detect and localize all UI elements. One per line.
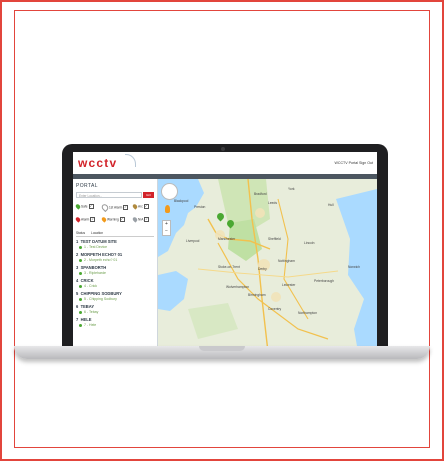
- laptop-base: [14, 346, 430, 359]
- legend-arc[interactable]: Arc ✓: [131, 203, 149, 210]
- site-item[interactable]: 2 MORPETH ECHO? 01: [76, 252, 122, 257]
- device-item[interactable]: 4 - Crick: [79, 284, 97, 288]
- site-item[interactable]: 7 HELE: [76, 317, 91, 322]
- column-status: Status: [76, 231, 86, 235]
- map-label: Leicester: [282, 283, 296, 287]
- map-label: Northampton: [298, 311, 318, 315]
- map-label: Peterborough: [314, 279, 334, 283]
- device-item[interactable]: 6 - Tebay: [79, 310, 98, 314]
- checkbox[interactable]: ✓: [123, 205, 129, 210]
- legend-safe[interactable]: Safe ✓: [74, 203, 94, 210]
- checkbox[interactable]: ✓: [88, 204, 94, 209]
- map-label: Preston: [194, 205, 206, 209]
- app-logo[interactable]: wcctv: [78, 156, 117, 170]
- search-go-button[interactable]: GO: [143, 192, 154, 198]
- device-item[interactable]: 5 - Chipping Sodbury: [79, 297, 117, 301]
- device-item[interactable]: 7 - Hele: [79, 323, 96, 327]
- checkbox[interactable]: ✓: [119, 217, 125, 222]
- site-item[interactable]: 3 SPANBORTH: [76, 265, 106, 270]
- site-item[interactable]: 5 CHIPPING SODBURY: [76, 291, 122, 296]
- map-label: Wolverhampton: [226, 285, 250, 289]
- legend-warning[interactable]: Warning ✓: [100, 216, 125, 223]
- column-location: Location: [91, 231, 104, 235]
- legend-label: Warning: [107, 217, 119, 222]
- site-item[interactable]: 1 TEST DATUM SITE: [76, 239, 117, 244]
- checkbox[interactable]: ✓: [143, 204, 149, 209]
- list-header: Status Location: [76, 231, 109, 235]
- map-label: Leeds: [268, 201, 277, 205]
- map-label: Derby: [258, 267, 267, 271]
- map-label: Lincoln: [304, 241, 315, 245]
- map-label: Sheffield: [268, 237, 281, 241]
- device-item[interactable]: 3 - Ripleharde: [79, 271, 106, 275]
- map-label: Bradford: [254, 192, 267, 196]
- checkbox[interactable]: ✓: [144, 217, 150, 222]
- map-label: Birmingham: [248, 293, 266, 297]
- laptop-screen: wcctv WCCTV Portal Sign Out PORTAL Enter…: [73, 152, 377, 352]
- status-dot-icon: [79, 271, 82, 275]
- map-view[interactable]: + − Bradford Leeds York Hull Blackpool Pr…: [158, 179, 377, 352]
- map-label: Coventry: [268, 307, 282, 311]
- header-links[interactable]: WCCTV Portal Sign Out: [334, 161, 373, 165]
- map-label: York: [288, 187, 295, 191]
- map-label: Norwich: [348, 265, 360, 269]
- laptop-lid: wcctv WCCTV Portal Sign Out PORTAL Enter…: [62, 144, 388, 354]
- legend-1st-alarm[interactable]: 1st Alarm ✓: [100, 202, 129, 213]
- camera-icon: [221, 147, 225, 151]
- status-dot-icon: [79, 297, 82, 301]
- map-label: Manchester: [218, 237, 236, 241]
- legend-label: Arc: [138, 204, 143, 209]
- divider: [76, 236, 154, 237]
- map-label: Stoke-on-Trent: [218, 265, 240, 269]
- pan-control-icon[interactable]: [161, 183, 178, 200]
- search-input[interactable]: Enter Location...: [76, 192, 142, 198]
- map-label: Blackpool: [174, 199, 189, 203]
- status-dot-icon: [79, 245, 82, 249]
- legend-na[interactable]: N/A ✓: [131, 216, 150, 223]
- logo-signal-icon: [125, 154, 136, 167]
- legend-alarm[interactable]: Alarm ✓: [74, 216, 96, 223]
- status-dot-icon: [79, 310, 82, 314]
- legend-label: 1st Alarm: [109, 205, 123, 210]
- sidebar: PORTAL Enter Location... GO Safe ✓ 1st Al…: [73, 179, 158, 352]
- map-label: Nottingham: [278, 259, 295, 263]
- legend-label: Safe: [81, 204, 88, 209]
- trackpad-notch: [199, 346, 245, 351]
- device-item[interactable]: 1 - Test Device: [79, 245, 107, 249]
- site-item[interactable]: 6 TEBAY: [76, 304, 94, 309]
- legend-label: Alarm: [81, 217, 90, 222]
- status-dot-icon: [79, 323, 82, 327]
- sidebar-title: PORTAL: [76, 183, 98, 189]
- device-item[interactable]: 2 - Morpeth echo? 01: [79, 258, 117, 262]
- legend-label: N/A: [138, 217, 144, 222]
- street-view-pegman-icon[interactable]: [165, 205, 170, 213]
- zoom-control[interactable]: + −: [162, 220, 171, 236]
- status-dot-icon: [79, 284, 82, 288]
- status-dot-icon: [79, 258, 82, 262]
- app-header: wcctv WCCTV Portal Sign Out: [73, 152, 377, 174]
- site-item[interactable]: 4 CRICK: [76, 278, 94, 283]
- map-label: Hull: [328, 203, 334, 207]
- map-label: Liverpool: [186, 239, 200, 243]
- checkbox[interactable]: ✓: [90, 217, 96, 222]
